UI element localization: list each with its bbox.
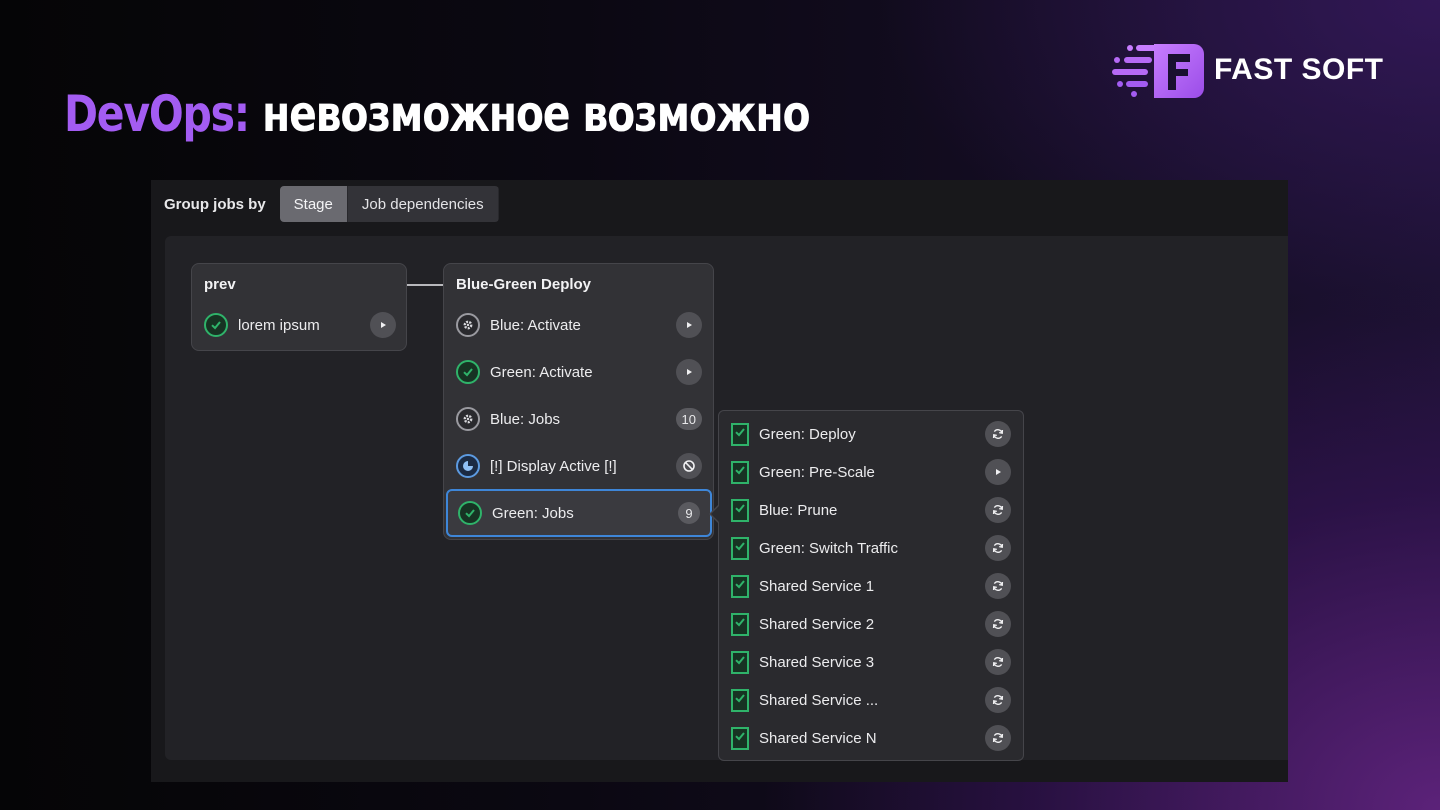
fast-soft-logo-icon [1112, 44, 1204, 98]
retry-icon[interactable] [985, 573, 1011, 599]
job-label: Blue: Activate [490, 316, 581, 334]
job-group-blue-jobs[interactable]: Blue: Jobs 10 [456, 397, 702, 441]
job-shared-service-3[interactable]: Shared Service 3 [731, 643, 1011, 681]
job-lorem-ipsum[interactable]: lorem ipsum [204, 303, 396, 347]
job-label: Blue: Prune [759, 501, 838, 519]
job-group-dropdown: Green: Deploy Green: Pre-Scale Blue: Pru… [718, 410, 1024, 761]
slide-title-accent: DevOps: [64, 85, 250, 143]
group-jobs-toolbar: Group jobs by Stage Job dependencies [164, 186, 499, 222]
success-status-icon [731, 498, 749, 522]
job-label: Green: Deploy [759, 425, 856, 443]
retry-icon[interactable] [985, 497, 1011, 523]
job-label: Shared Service N [759, 729, 877, 747]
stage-title: prev [204, 276, 236, 293]
play-icon[interactable] [676, 312, 702, 338]
stage-connector [407, 284, 443, 286]
cancel-icon[interactable] [676, 453, 702, 479]
success-status-icon [731, 460, 749, 484]
job-dependencies-toggle-button[interactable]: Job dependencies [347, 186, 499, 222]
dropdown-pointer-fill [711, 506, 719, 522]
stage-title: Blue-Green Deploy [456, 276, 592, 293]
success-status-icon [731, 536, 749, 560]
retry-icon[interactable] [985, 725, 1011, 751]
job-label: Shared Service 3 [759, 653, 875, 671]
job-shared-service-2[interactable]: Shared Service 2 [731, 605, 1011, 643]
created-status-icon [456, 454, 480, 478]
job-blue-activate[interactable]: Blue: Activate [456, 303, 702, 347]
success-status-icon [731, 688, 749, 712]
success-status-icon [458, 501, 482, 525]
job-green-pre-scale[interactable]: Green: Pre-Scale [731, 453, 1011, 491]
stage-blue-green-deploy: Blue-Green Deploy Blue: Activate Green: … [443, 263, 714, 540]
job-label: Green: Jobs [492, 504, 574, 522]
success-status-icon [731, 574, 749, 598]
success-status-icon [731, 650, 749, 674]
job-label: Green: Pre-Scale [759, 463, 875, 481]
stage-prev: prev lorem ipsum [191, 263, 407, 351]
success-status-icon [731, 422, 749, 446]
retry-icon[interactable] [985, 421, 1011, 447]
job-label: [!] Display Active [!] [490, 457, 617, 475]
play-icon[interactable] [985, 459, 1011, 485]
play-icon[interactable] [370, 312, 396, 338]
job-shared-service-1[interactable]: Shared Service 1 [731, 567, 1011, 605]
slide-title-rest: невозможное возможно [248, 85, 811, 143]
brand-logo: FAST SOFT [1108, 42, 1384, 98]
job-label: lorem ipsum [238, 316, 320, 334]
retry-icon[interactable] [985, 611, 1011, 637]
gear-icon [456, 313, 480, 337]
job-count-badge: 10 [675, 408, 702, 430]
gear-icon [456, 407, 480, 431]
success-status-icon [731, 726, 749, 750]
job-green-deploy[interactable]: Green: Deploy [731, 415, 1011, 453]
job-label: Shared Service 1 [759, 577, 875, 595]
group-jobs-toggle: Stage Job dependencies [279, 186, 499, 222]
job-label: Shared Service 2 [759, 615, 875, 633]
slide-title: DevOps: невозможное возможно [64, 82, 811, 146]
job-green-switch-traffic[interactable]: Green: Switch Traffic [731, 529, 1011, 567]
job-label: Blue: Jobs [490, 410, 561, 428]
stage-toggle-button[interactable]: Stage [279, 186, 348, 222]
job-blue-prune[interactable]: Blue: Prune [731, 491, 1011, 529]
job-green-activate[interactable]: Green: Activate [456, 350, 702, 394]
retry-icon[interactable] [985, 649, 1011, 675]
group-jobs-label: Group jobs by [164, 195, 266, 213]
play-icon[interactable] [676, 359, 702, 385]
success-status-icon [204, 313, 228, 337]
brand-name: FAST SOFT [1214, 53, 1384, 86]
retry-icon[interactable] [985, 535, 1011, 561]
job-label: Green: Activate [490, 363, 593, 381]
job-shared-service-ellipsis[interactable]: Shared Service ... [731, 681, 1011, 719]
retry-icon[interactable] [985, 687, 1011, 713]
job-display-active[interactable]: [!] Display Active [!] [456, 444, 702, 488]
job-shared-service-n[interactable]: Shared Service N [731, 719, 1011, 757]
job-count-badge: 9 [678, 502, 700, 524]
success-status-icon [731, 612, 749, 636]
success-status-icon [456, 360, 480, 384]
job-label: Shared Service ... [759, 691, 879, 709]
job-label: Green: Switch Traffic [759, 539, 898, 557]
job-group-green-jobs[interactable]: Green: Jobs 9 [446, 489, 712, 537]
